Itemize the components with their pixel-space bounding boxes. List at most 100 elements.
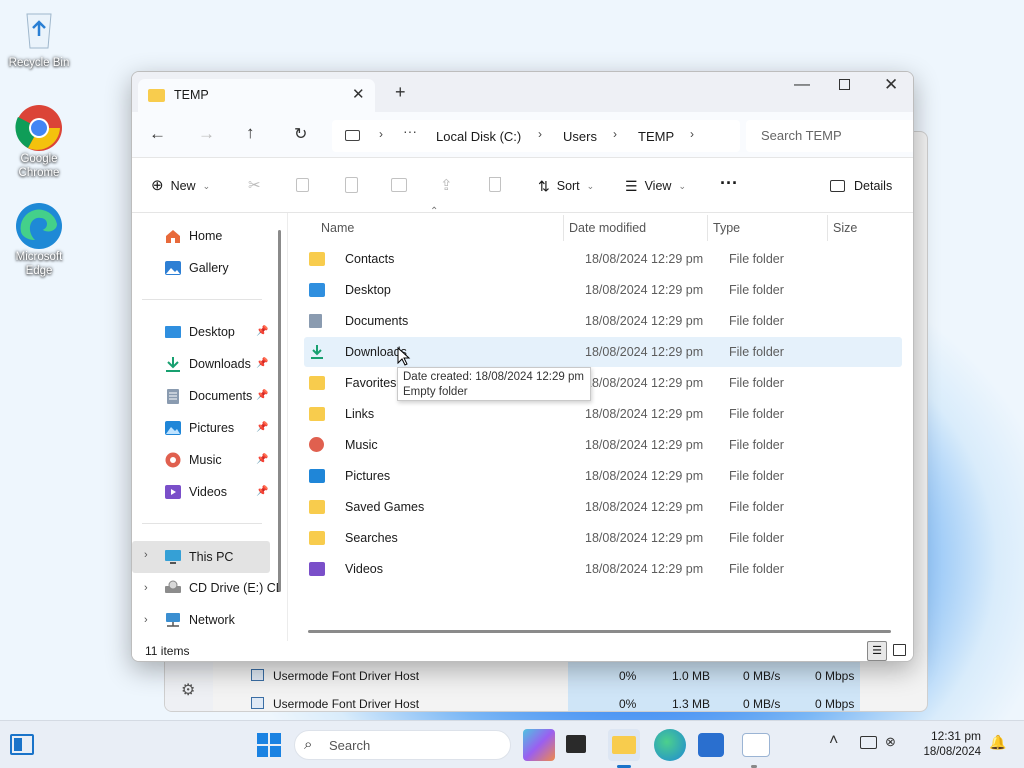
sidebar-item-desktop[interactable]: Desktop 📌 bbox=[132, 318, 272, 346]
sidebar-item-downloads[interactable]: Downloads 📌 bbox=[132, 350, 272, 378]
file-name: Saved Games bbox=[345, 500, 425, 514]
column-header-size[interactable]: Size bbox=[833, 215, 857, 241]
cut-icon[interactable]: ✂ bbox=[248, 176, 261, 194]
file-row[interactable]: Links 18/08/2024 12:29 pm File folder bbox=[304, 399, 902, 429]
file-explorer-taskbar-button[interactable] bbox=[608, 729, 640, 761]
file-type: File folder bbox=[729, 314, 784, 328]
breadcrumb-local-disk[interactable]: Local Disk (C:) bbox=[436, 129, 521, 144]
paste-icon[interactable] bbox=[345, 177, 358, 193]
sidebar-item-videos[interactable]: Videos 📌 bbox=[132, 478, 272, 506]
edge-taskbar-icon[interactable] bbox=[654, 729, 686, 761]
task-manager-icon[interactable] bbox=[742, 733, 770, 757]
close-window-icon[interactable]: ✕ bbox=[884, 75, 898, 95]
column-header-date[interactable]: Date modified bbox=[569, 215, 646, 241]
volume-muted-icon[interactable]: ⊗ bbox=[885, 734, 896, 750]
new-tab-icon[interactable]: + bbox=[395, 82, 406, 103]
process-row[interactable]: Usermode Font Driver Host 0% 1.0 MB 0 MB… bbox=[165, 662, 927, 690]
pin-icon[interactable]: 📌 bbox=[256, 358, 268, 369]
horizontal-scrollbar[interactable] bbox=[308, 630, 891, 633]
clock-date[interactable]: 18/08/2024 bbox=[916, 746, 981, 758]
network-tray-icon[interactable] bbox=[860, 736, 877, 749]
breadcrumb[interactable]: › ··· Local Disk (C:) › Users › TEMP › bbox=[332, 120, 740, 152]
sort-icon: ⇅ bbox=[538, 178, 550, 194]
widgets-icon[interactable] bbox=[10, 734, 34, 755]
sidebar-scrollbar[interactable] bbox=[278, 230, 281, 592]
search-icon: ⌕ bbox=[304, 736, 313, 753]
notification-bell-icon[interactable]: 🔔 bbox=[989, 734, 1006, 751]
pin-icon[interactable]: 📌 bbox=[256, 422, 268, 433]
start-button[interactable] bbox=[257, 733, 281, 760]
file-row[interactable]: Saved Games 18/08/2024 12:29 pm File fol… bbox=[304, 492, 902, 522]
file-name: Desktop bbox=[345, 283, 391, 297]
file-row[interactable]: Documents 18/08/2024 12:29 pm File folde… bbox=[304, 306, 902, 336]
view-label: View bbox=[644, 179, 672, 193]
column-header-type[interactable]: Type bbox=[713, 215, 740, 241]
desktop-icon-recycle-bin[interactable]: Recycle Bin bbox=[6, 8, 72, 70]
file-row[interactable]: Desktop 18/08/2024 12:29 pm File folder bbox=[304, 275, 902, 305]
pin-icon[interactable]: 📌 bbox=[256, 454, 268, 465]
pin-icon[interactable]: 📌 bbox=[256, 486, 268, 497]
taskbar-search[interactable]: ⌕ Search bbox=[294, 730, 511, 760]
more-options-icon[interactable]: ··· bbox=[720, 173, 738, 194]
file-row[interactable]: Music 18/08/2024 12:29 pm File folder bbox=[304, 430, 902, 460]
store-icon[interactable] bbox=[698, 733, 724, 757]
file-row[interactable]: Videos 18/08/2024 12:29 pm File folder bbox=[304, 554, 902, 584]
sidebar-item-music[interactable]: Music 📌 bbox=[132, 446, 272, 474]
file-row-hovered[interactable]: Downloads 18/08/2024 12:29 pm File folde… bbox=[304, 337, 902, 367]
sidebar-item-documents[interactable]: Documents 📌 bbox=[132, 382, 272, 410]
maximize-icon[interactable] bbox=[839, 79, 850, 90]
clock-time[interactable]: 12:31 pm bbox=[924, 729, 981, 743]
pin-icon[interactable]: 📌 bbox=[256, 390, 268, 401]
up-icon[interactable]: ↑ bbox=[246, 123, 255, 143]
tab-temp[interactable]: TEMP ✕ bbox=[138, 79, 375, 112]
file-row[interactable]: Pictures 18/08/2024 12:29 pm File folder bbox=[304, 461, 902, 491]
column-header-name[interactable]: Name bbox=[321, 215, 354, 241]
tiles-view-icon[interactable] bbox=[893, 644, 906, 656]
delete-icon[interactable] bbox=[489, 177, 501, 192]
pictures-icon bbox=[164, 420, 182, 436]
pin-icon[interactable]: 📌 bbox=[256, 326, 268, 337]
back-icon[interactable]: ← bbox=[149, 124, 166, 144]
chevron-right-icon[interactable]: › bbox=[144, 614, 148, 626]
desktop-icon-chrome[interactable]: Google Chrome bbox=[6, 104, 72, 180]
file-row[interactable]: Favorites 18/08/2024 12:29 pm File folde… bbox=[304, 368, 902, 398]
more-crumbs-icon[interactable]: ··· bbox=[403, 123, 417, 139]
sidebar-item-home[interactable]: Home bbox=[132, 222, 272, 250]
sidebar-item-network[interactable]: › Network bbox=[132, 606, 272, 634]
title-bar[interactable]: TEMP ✕ + — ✕ bbox=[132, 72, 913, 112]
copilot-icon[interactable] bbox=[523, 729, 555, 761]
forward-icon[interactable]: → bbox=[198, 124, 215, 144]
file-row[interactable]: Searches 18/08/2024 12:29 pm File folder bbox=[304, 523, 902, 553]
new-button[interactable]: ⊕ New ⌄ bbox=[151, 159, 210, 213]
view-button[interactable]: ☰ View ⌄ bbox=[625, 159, 686, 213]
network-icon bbox=[164, 612, 182, 628]
sidebar-item-this-pc[interactable]: › This PC bbox=[132, 541, 270, 573]
process-row[interactable]: Usermode Font Driver Host 0% 1.3 MB 0 MB… bbox=[165, 690, 927, 711]
sort-button[interactable]: ⇅ Sort ⌄ bbox=[538, 159, 594, 213]
sidebar-item-pictures[interactable]: Pictures 📌 bbox=[132, 414, 272, 442]
details-button[interactable]: Details bbox=[830, 159, 892, 213]
chevron-right-icon[interactable]: › bbox=[144, 582, 148, 594]
file-row[interactable]: Contacts 18/08/2024 12:29 pm File folder bbox=[304, 244, 902, 274]
details-view-icon[interactable]: ☰ bbox=[867, 641, 887, 661]
close-tab-icon[interactable]: ✕ bbox=[352, 85, 365, 103]
file-date: 18/08/2024 12:29 pm bbox=[585, 438, 704, 452]
sidebar-item-cd-drive[interactable]: › CD Drive (E:) CD bbox=[132, 574, 280, 602]
pictures-icon bbox=[309, 469, 325, 483]
sidebar-item-gallery[interactable]: Gallery bbox=[132, 254, 272, 282]
chevron-up-icon[interactable]: ˄ bbox=[829, 732, 838, 750]
task-view-icon[interactable] bbox=[566, 735, 586, 753]
share-icon[interactable]: ⇪ bbox=[440, 176, 453, 194]
refresh-icon[interactable]: ↻ bbox=[294, 124, 307, 144]
chevron-right-icon[interactable]: › bbox=[144, 549, 148, 561]
this-pc-icon bbox=[345, 130, 360, 141]
desktop-icon-edge[interactable]: Microsoft Edge bbox=[6, 202, 72, 278]
breadcrumb-temp[interactable]: TEMP bbox=[638, 129, 674, 144]
copy-icon[interactable] bbox=[296, 178, 309, 192]
breadcrumb-users[interactable]: Users bbox=[563, 129, 597, 144]
file-date: 18/08/2024 12:29 pm bbox=[585, 283, 704, 297]
chevron-right-icon[interactable]: › bbox=[690, 127, 694, 141]
minimize-icon[interactable]: — bbox=[794, 76, 810, 94]
search-input[interactable]: Search TEMP bbox=[746, 120, 913, 152]
rename-icon[interactable] bbox=[391, 178, 407, 192]
